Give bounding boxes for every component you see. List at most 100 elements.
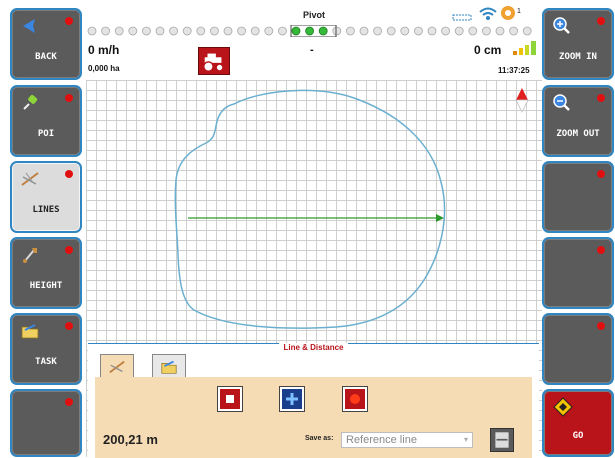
- tab-lines[interactable]: [100, 354, 134, 378]
- status-dot: [65, 322, 73, 330]
- lightbar-led: [196, 26, 206, 36]
- height-label: HEIGHT: [29, 281, 63, 291]
- area-value: 0,000 ha: [88, 64, 120, 73]
- lightbar-led: [332, 26, 342, 36]
- height-button[interactable]: HEIGHT: [10, 237, 82, 309]
- lightbar-led: [250, 26, 260, 36]
- poi-button[interactable]: POI: [10, 85, 82, 157]
- go-button[interactable]: GO: [542, 389, 614, 457]
- shovel-icon: [23, 248, 37, 263]
- task-label: TASK: [35, 357, 57, 367]
- lightbar-led: [101, 26, 111, 36]
- lightbar-led: [237, 26, 247, 36]
- lightbar-led: [427, 26, 437, 36]
- pin-icon: [23, 94, 38, 110]
- lightbar-led: [318, 26, 328, 36]
- back-button[interactable]: BACK: [10, 8, 82, 80]
- status-dot: [597, 17, 605, 25]
- field-boundary: [174, 89, 446, 329]
- folder-icon: [161, 360, 177, 374]
- lines-icon: [109, 360, 125, 374]
- lightbar-led: [142, 26, 151, 36]
- panel-title: Line & Distance: [88, 337, 539, 355]
- compass-icon: [515, 88, 529, 113]
- lightbar-led: [169, 26, 178, 36]
- status-dot: [65, 398, 73, 406]
- lightbar-led: [291, 26, 301, 36]
- add-point-button[interactable]: [279, 386, 305, 412]
- go-label: GO: [572, 431, 584, 441]
- lightbar-led: [359, 26, 369, 36]
- guidance-arrowhead: [436, 214, 444, 222]
- status-dot: [597, 246, 605, 254]
- lightbar-led: [441, 26, 451, 36]
- stop-button[interactable]: [217, 386, 243, 412]
- clock: 11:37:25: [498, 66, 530, 75]
- zoom-in-label: ZOOM IN: [559, 52, 597, 62]
- save-button[interactable]: [490, 428, 514, 452]
- folder-icon: [21, 324, 39, 339]
- save-icon: [495, 432, 509, 448]
- empty-right-button-1[interactable]: [542, 161, 614, 233]
- status-dot: [597, 170, 605, 178]
- go-icon: [553, 397, 573, 417]
- back-arrow-icon: [23, 19, 35, 33]
- plus-icon: [286, 393, 298, 405]
- zoom-in-icon: [553, 17, 570, 34]
- tab-task[interactable]: [152, 354, 186, 378]
- save-as-select[interactable]: Reference line ▾: [341, 432, 473, 448]
- empty-right-button-2[interactable]: [542, 237, 614, 309]
- lightbar-led: [264, 26, 274, 36]
- lightbar-led: [155, 26, 165, 36]
- tractor-button[interactable]: [198, 47, 230, 75]
- speed-value: 0 m/h: [88, 43, 120, 57]
- lightbar-led: [481, 26, 491, 36]
- empty-right-button-3[interactable]: [542, 313, 614, 385]
- status-dot: [65, 17, 73, 25]
- empty-left-button[interactable]: [10, 389, 82, 457]
- lightbar-led: [87, 26, 97, 36]
- lightbar-led: [128, 26, 138, 36]
- record-button[interactable]: [342, 386, 368, 412]
- signal-strength-icon: [513, 41, 536, 55]
- lightbar-led: [468, 26, 478, 36]
- center-value: -: [310, 44, 314, 56]
- lightbar: [87, 25, 532, 37]
- task-button[interactable]: TASK: [10, 313, 82, 385]
- lines-icon: [21, 172, 39, 186]
- lines-button[interactable]: LINES: [10, 161, 82, 233]
- zoom-out-button[interactable]: ZOOM OUT: [542, 85, 614, 157]
- status-dot: [597, 94, 605, 102]
- line-distance-panel: Line & Distance 200,21 m Save as: Refere…: [88, 343, 539, 458]
- lightbar-led: [209, 26, 219, 36]
- back-label: BACK: [35, 52, 57, 62]
- status-dot: [597, 322, 605, 330]
- zoom-out-icon: [553, 94, 570, 111]
- lightbar-led: [413, 26, 423, 36]
- lightbar-led: [223, 26, 233, 36]
- save-as-label: Save as:: [305, 435, 334, 442]
- lightbar-led: [114, 26, 124, 36]
- lightbar-led: [522, 26, 532, 36]
- connection-icons: [452, 6, 515, 21]
- gps-badge: 1: [517, 8, 521, 15]
- offset-value: 0 cm: [474, 43, 502, 57]
- panel-body: 200,21 m Save as: Reference line ▾: [95, 377, 532, 458]
- poi-label: POI: [37, 129, 55, 139]
- chevron-down-icon: ▾: [463, 435, 468, 444]
- distance-value: 200,21 m: [103, 432, 158, 447]
- record-icon: [350, 394, 360, 404]
- lightbar-led: [495, 26, 505, 36]
- status-bar: Pivot 0 m/h 0,000 ha - 0 cm 11:37:25 1: [86, 0, 542, 80]
- tractor-icon: [203, 53, 224, 72]
- status-dot: [65, 94, 73, 102]
- zoom-out-label: ZOOM OUT: [556, 129, 600, 139]
- save-as-value: Reference line: [346, 434, 417, 446]
- lightbar-led: [182, 26, 192, 36]
- status-dot: [65, 246, 73, 254]
- lightbar-led: [386, 26, 396, 36]
- lightbar-led: [345, 26, 355, 36]
- zoom-in-button[interactable]: ZOOM IN: [542, 8, 614, 80]
- lightbar-led: [373, 26, 383, 36]
- lightbar-led: [305, 26, 315, 36]
